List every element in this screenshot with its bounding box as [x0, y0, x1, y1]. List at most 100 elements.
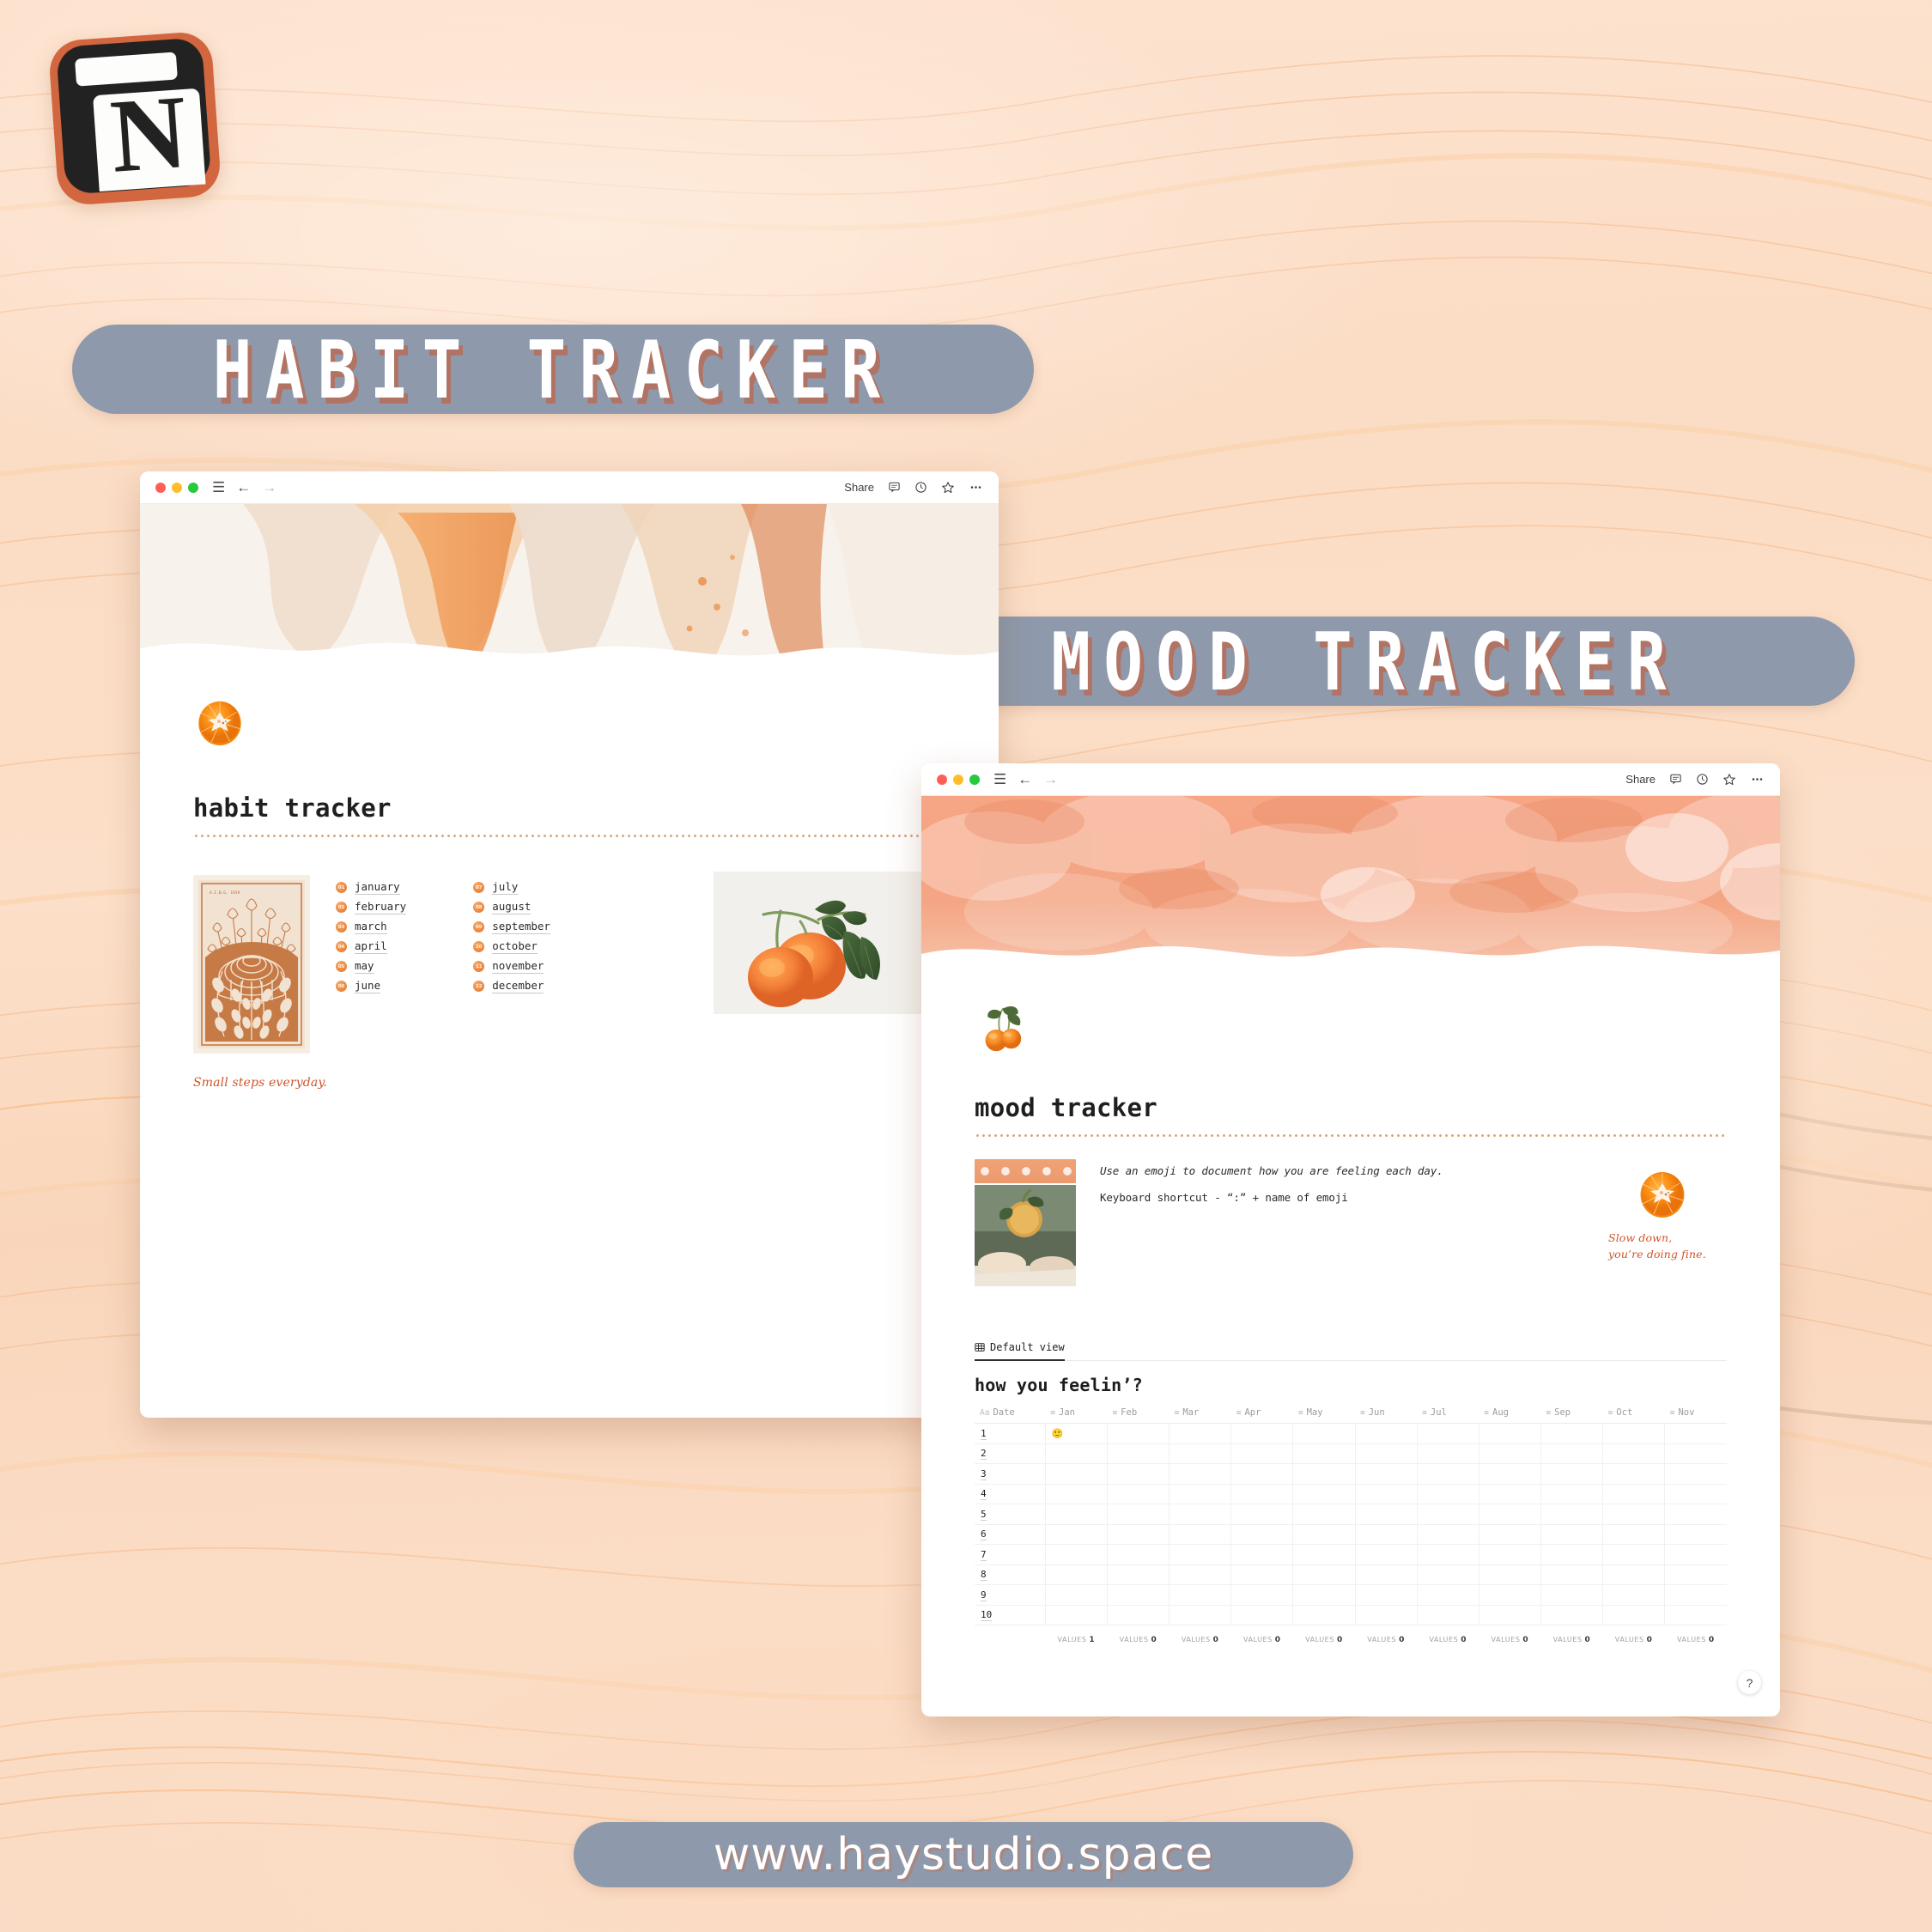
close-button[interactable]	[937, 774, 947, 785]
footer-values-aug[interactable]: VALUES 0	[1479, 1625, 1540, 1648]
month-item[interactable]: 11 november	[473, 959, 550, 974]
column-header-may[interactable]: ≡ May	[1292, 1404, 1355, 1424]
row-cell[interactable]	[1602, 1443, 1666, 1464]
row-cell[interactable]	[1602, 1423, 1666, 1444]
table-row[interactable]: 7	[975, 1544, 1727, 1565]
column-header-jun[interactable]: ≡ Jun	[1355, 1404, 1418, 1424]
row-cell[interactable]	[1169, 1484, 1232, 1504]
row-cell[interactable]	[1602, 1544, 1666, 1565]
row-cell[interactable]	[1107, 1443, 1170, 1464]
row-cell[interactable]	[1664, 1463, 1727, 1485]
row-cell[interactable]	[1602, 1463, 1666, 1485]
column-header-date[interactable]: Aa Date	[975, 1404, 1046, 1424]
more-icon[interactable]	[1750, 773, 1765, 786]
row-cell[interactable]	[1230, 1605, 1294, 1625]
row-cell[interactable]	[1107, 1423, 1170, 1444]
row-cell[interactable]	[1479, 1504, 1541, 1525]
row-cell[interactable]	[1479, 1484, 1541, 1504]
row-cell[interactable]	[1417, 1605, 1479, 1625]
month-item[interactable]: 07 july	[473, 880, 550, 895]
row-cell[interactable]	[1107, 1605, 1170, 1625]
clock-icon[interactable]	[914, 481, 927, 494]
row-cell[interactable]	[1479, 1584, 1541, 1606]
month-item[interactable]: 09 september	[473, 920, 550, 934]
close-button[interactable]	[155, 482, 166, 493]
footer-values-nov[interactable]: VALUES 0	[1665, 1625, 1727, 1648]
month-item[interactable]: 06 june	[336, 979, 406, 993]
forward-arrow-icon[interactable]: →	[1043, 772, 1058, 787]
row-cell[interactable]	[1664, 1484, 1727, 1504]
column-header-jan[interactable]: ≡ Jan	[1045, 1404, 1108, 1424]
row-cell[interactable]	[1169, 1564, 1232, 1585]
row-cell[interactable]	[1417, 1423, 1479, 1444]
row-date-cell[interactable]: 7	[975, 1544, 1046, 1565]
column-header-jul[interactable]: ≡ Jul	[1417, 1404, 1479, 1424]
row-cell[interactable]	[1045, 1443, 1108, 1464]
row-cell[interactable]	[1479, 1423, 1541, 1444]
row-cell[interactable]	[1479, 1564, 1541, 1585]
row-cell[interactable]	[1602, 1605, 1666, 1625]
footer-values-mar[interactable]: VALUES 0	[1170, 1625, 1231, 1648]
row-date-cell[interactable]: 4	[975, 1484, 1046, 1504]
row-date-cell[interactable]: 10	[975, 1605, 1046, 1625]
month-item[interactable]: 01 january	[336, 880, 406, 895]
table-row[interactable]: 10	[975, 1605, 1727, 1625]
row-cell[interactable]	[1230, 1463, 1294, 1485]
row-cell[interactable]	[1602, 1524, 1666, 1545]
row-cell[interactable]	[1169, 1463, 1232, 1485]
month-item[interactable]: 10 october	[473, 939, 550, 954]
tab-default-view[interactable]: Default view	[975, 1341, 1065, 1361]
row-cell[interactable]	[1664, 1504, 1727, 1525]
row-cell[interactable]	[1045, 1564, 1108, 1585]
menu-icon[interactable]: ☰	[212, 480, 225, 495]
traffic-lights[interactable]	[937, 774, 980, 785]
row-date-cell[interactable]: 9	[975, 1584, 1046, 1606]
footer-values-sep[interactable]: VALUES 0	[1540, 1625, 1602, 1648]
table-row[interactable]: 8	[975, 1564, 1727, 1585]
comment-icon[interactable]	[1669, 773, 1682, 786]
row-cell[interactable]	[1230, 1544, 1294, 1565]
row-cell[interactable]	[1417, 1544, 1479, 1565]
table-row[interactable]: 1 🙂	[975, 1423, 1727, 1444]
row-cell[interactable]	[1479, 1524, 1541, 1545]
row-cell[interactable]	[1045, 1544, 1108, 1565]
row-cell[interactable]	[1169, 1524, 1232, 1545]
row-cell[interactable]	[1107, 1463, 1170, 1485]
maximize-button[interactable]	[188, 482, 198, 493]
row-cell[interactable]	[1169, 1605, 1232, 1625]
row-cell[interactable]	[1045, 1463, 1108, 1485]
row-cell[interactable]	[1169, 1443, 1232, 1464]
row-cell[interactable]	[1664, 1443, 1727, 1464]
row-date-cell[interactable]: 8	[975, 1564, 1046, 1585]
orange-slice-icon[interactable]	[193, 696, 945, 749]
row-cell[interactable]	[1045, 1484, 1108, 1504]
row-cell[interactable]	[1602, 1564, 1666, 1585]
row-cell[interactable]	[1664, 1564, 1727, 1585]
footer-values-apr[interactable]: VALUES 0	[1231, 1625, 1293, 1648]
minimize-button[interactable]	[172, 482, 182, 493]
star-icon[interactable]	[941, 481, 955, 495]
row-cell[interactable]	[1355, 1544, 1418, 1565]
column-header-mar[interactable]: ≡ Mar	[1169, 1404, 1231, 1424]
month-item[interactable]: 02 february	[336, 900, 407, 914]
row-cell[interactable]	[1417, 1524, 1479, 1545]
row-cell[interactable]	[1292, 1524, 1356, 1545]
row-cell[interactable]	[1230, 1524, 1294, 1545]
footer-values-feb[interactable]: VALUES 0	[1107, 1625, 1169, 1648]
row-cell[interactable]	[1355, 1484, 1418, 1504]
row-cell[interactable]	[1169, 1584, 1232, 1606]
row-cell[interactable]	[1230, 1504, 1294, 1525]
column-header-feb[interactable]: ≡ Feb	[1107, 1404, 1170, 1424]
more-icon[interactable]	[969, 481, 983, 494]
row-cell[interactable]	[1355, 1443, 1418, 1464]
table-row[interactable]: 9	[975, 1584, 1727, 1606]
row-cell[interactable]	[1292, 1605, 1356, 1625]
row-cell[interactable]	[1169, 1423, 1232, 1444]
row-cell[interactable]	[1230, 1443, 1294, 1464]
month-item[interactable]: 12 december	[473, 979, 550, 993]
row-date-cell[interactable]: 1	[975, 1423, 1046, 1444]
share-button[interactable]: Share	[1625, 773, 1656, 786]
row-cell[interactable]	[1355, 1504, 1418, 1525]
footer-values-may[interactable]: VALUES 0	[1293, 1625, 1355, 1648]
row-cell[interactable]	[1417, 1443, 1479, 1464]
